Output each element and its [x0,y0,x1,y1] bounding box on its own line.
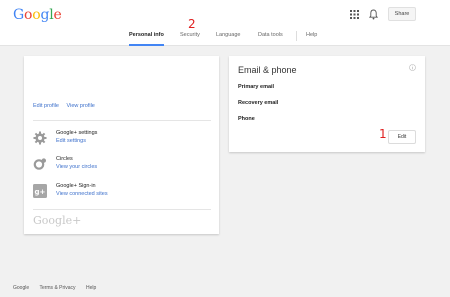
footer-help-link[interactable]: Help [86,285,96,291]
footer-terms-link[interactable]: Terms & Privacy [39,285,75,291]
view-connected-sites-link[interactable]: View connected sites [56,191,108,197]
profile-card: Edit profile View profile Google+ settin… [24,56,219,234]
list-item-gplus-settings: Google+ settings Edit settings [33,130,203,150]
tab-data-tools[interactable]: Data tools [258,32,283,46]
list-item-gplus-signin: g+ Google+ Sign-in View connected sites [33,183,203,203]
recovery-email-label: Recovery email [238,100,279,106]
view-profile-link[interactable]: View profile [67,103,95,109]
footer-google-link[interactable]: Google [13,285,29,291]
top-header: Google Share Personal info Security Lang… [0,0,450,46]
gear-icon [33,131,47,145]
annotation-marker-1: 1 [379,127,387,141]
annotation-marker-2: 2 [188,17,196,31]
tab-help[interactable]: Help [306,32,317,46]
info-icon[interactable] [409,64,416,71]
profile-links: Edit profile View profile [33,103,101,109]
divider [33,209,211,210]
share-button[interactable]: Share [388,7,416,21]
edit-button[interactable]: Edit [388,130,416,144]
email-phone-card: Email & phone Primary email Recovery ema… [229,56,425,152]
google-plus-icon: g+ [33,184,47,198]
circles-icon [33,158,46,170]
edit-profile-link[interactable]: Edit profile [33,103,59,109]
svg-text:g+: g+ [35,188,46,196]
tab-security[interactable]: Security [180,32,200,46]
tab-language[interactable]: Language [216,32,240,46]
list-item-circles: Circles View your circles [33,156,203,176]
card-title: Email & phone [238,65,297,75]
google-logo[interactable]: Google [13,7,62,23]
view-circles-link[interactable]: View your circles [56,164,97,170]
account-tabs: Personal info Security Language Data too… [0,28,450,46]
divider [33,120,211,121]
circles-title: Circles [56,156,73,162]
tab-personal-info[interactable]: Personal info [129,32,164,46]
tab-divider [296,31,297,41]
notifications-bell-icon[interactable] [369,9,378,20]
google-plus-logo: Google+ [33,214,82,227]
primary-email-label: Primary email [238,84,275,90]
edit-settings-link[interactable]: Edit settings [56,138,86,144]
gplus-signin-title: Google+ Sign-in [56,183,96,189]
apps-grid-icon[interactable] [350,10,359,19]
footer: Google Terms & Privacy Help [13,285,105,291]
phone-label: Phone [238,116,255,122]
gplus-settings-title: Google+ settings [56,130,98,136]
